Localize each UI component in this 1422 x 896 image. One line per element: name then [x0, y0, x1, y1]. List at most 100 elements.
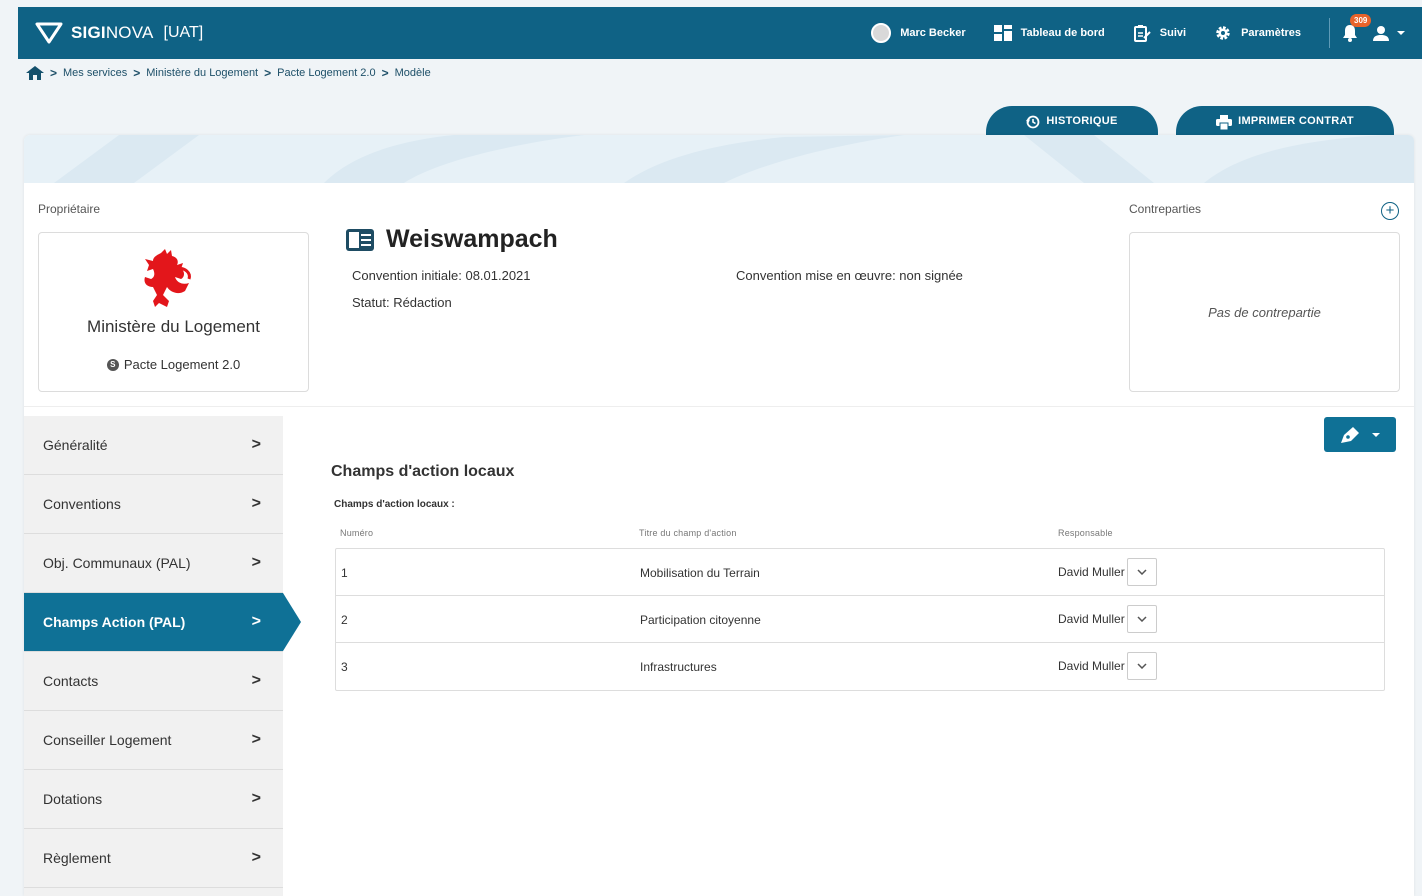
print-contract-button[interactable]: IMPRIMER CONTRAT: [1176, 106, 1394, 138]
cell-numero: 1: [341, 566, 348, 580]
decorative-banner: [24, 135, 1414, 183]
sidebar-item-conseiller-logement[interactable]: Conseiller Logement >: [24, 711, 283, 770]
chevron-right-icon: >: [251, 554, 261, 571]
nav-tableau-de-bord[interactable]: Tableau de bord: [993, 25, 1105, 41]
nav-parametres[interactable]: Paramètres: [1214, 24, 1301, 42]
table-row[interactable]: 3 Infrastructures David Muller: [336, 643, 1384, 690]
sidebar-item-label: Obj. Communaux (PAL): [43, 555, 191, 571]
chevron-right-icon: >: [251, 436, 261, 453]
cell-titre: Participation citoyenne: [640, 613, 761, 627]
breadcrumb-item[interactable]: Pacte Logement 2.0: [277, 67, 375, 79]
section-divider: [24, 406, 1414, 407]
sidebar-item-generalite[interactable]: Généralité >: [24, 416, 283, 475]
chevron-right-icon: >: [251, 849, 261, 866]
user-name: Marc Becker: [900, 27, 966, 39]
pen-icon: [1341, 426, 1359, 443]
environment-label: [UAT]: [163, 24, 204, 41]
sidebar-item-label: Conseiller Logement: [43, 732, 172, 748]
contreparties-card: Pas de contrepartie: [1129, 232, 1400, 392]
user-icon: [1373, 26, 1389, 41]
record-title-row: Weiswampach: [346, 225, 558, 254]
print-contract-label: IMPRIMER CONTRAT: [1238, 115, 1354, 127]
navbar-divider: [1329, 18, 1330, 48]
cell-titre: Infrastructures: [640, 660, 717, 674]
notification-count-badge: 309: [1350, 14, 1372, 27]
sidebar-item-reglement[interactable]: Règlement >: [24, 829, 283, 888]
cell-responsable: David Muller: [1058, 659, 1125, 673]
user-profile-link[interactable]: Marc Becker: [871, 23, 966, 43]
gear-icon: [1214, 24, 1232, 42]
owner-section-label: Propriétaire: [38, 202, 101, 216]
history-button[interactable]: HISTORIQUE: [986, 106, 1158, 138]
avatar: [871, 23, 892, 43]
shield-logo-icon: [35, 22, 63, 44]
status-text: Statut: Rédaction: [352, 295, 452, 310]
sidebar-item-conventions[interactable]: Conventions >: [24, 475, 283, 534]
convention-initiale: Convention initiale: 08.01.2021: [352, 268, 531, 283]
brand[interactable]: SIGINOVA [UAT]: [35, 22, 203, 44]
user-menu-dropdown[interactable]: [1372, 25, 1406, 41]
cell-responsable: David Muller: [1058, 612, 1125, 626]
contreparties-section-label: Contreparties: [1129, 202, 1202, 216]
home-icon[interactable]: [26, 66, 44, 80]
responsable-dropdown[interactable]: [1126, 652, 1157, 680]
chevron-right-icon: >: [251, 790, 261, 807]
chevron-down-icon: [1137, 569, 1147, 575]
main-card: Propriétaire Ministère du Logement S Pac…: [24, 135, 1414, 896]
breadcrumb-item[interactable]: Ministère du Logement: [146, 67, 258, 79]
chevron-right-icon: >: [381, 66, 389, 80]
top-navbar: SIGINOVA [UAT] Marc Becker Tableau de bo…: [18, 7, 1422, 59]
sidebar-item-contacts[interactable]: Contacts >: [24, 652, 283, 711]
cell-numero: 3: [341, 660, 348, 674]
empty-state-text: Pas de contrepartie: [1208, 304, 1321, 320]
owner-program-label: Pacte Logement 2.0: [123, 357, 241, 372]
sidebar-item-label: Règlement: [43, 850, 111, 866]
table-row[interactable]: 2 Participation citoyenne David Muller: [336, 596, 1384, 643]
column-header-numero: Numéro: [340, 528, 374, 538]
nav-label: Suivi: [1159, 27, 1187, 39]
sidebar-item-label: Généralité: [43, 437, 108, 453]
owner-name: Ministère du Logement: [87, 317, 260, 336]
brand-name: SIGINOVA: [71, 23, 154, 42]
chevron-down-icon: [1137, 663, 1147, 669]
sidebar-item-obj-communaux[interactable]: Obj. Communaux (PAL) >: [24, 534, 283, 593]
column-header-responsable: Responsable: [1058, 528, 1113, 538]
cell-titre: Mobilisation du Terrain: [640, 566, 760, 580]
s-circle-icon: S: [106, 358, 119, 371]
notifications-button[interactable]: 309: [1342, 14, 1372, 42]
owner-program: S Pacte Logement 2.0: [39, 357, 308, 372]
breadcrumb-item[interactable]: Mes services: [63, 67, 127, 79]
chevron-right-icon: >: [251, 495, 261, 512]
book-icon: [346, 228, 374, 251]
sidebar-item-champs-action[interactable]: Champs Action (PAL) >: [24, 593, 301, 652]
table-row[interactable]: 1 Mobilisation du Terrain David Muller: [336, 549, 1384, 596]
history-icon: [1026, 115, 1040, 129]
section-title: Champs d'action locaux: [331, 463, 515, 480]
convention-mise-en-oeuvre: Convention mise en œuvre: non signée: [736, 268, 963, 283]
chevron-right-icon: >: [251, 731, 261, 748]
printer-icon: [1216, 115, 1233, 130]
add-contrepartie-button[interactable]: +: [1381, 202, 1399, 220]
sidebar-item-dotations[interactable]: Dotations >: [24, 770, 283, 829]
nav-label: Paramètres: [1241, 27, 1301, 39]
responsable-dropdown[interactable]: [1126, 558, 1157, 586]
column-header-titre: Titre du champ d'action: [639, 528, 737, 538]
nav-label: Tableau de bord: [1020, 27, 1105, 39]
sidebar-item-label: Champs Action (PAL): [43, 614, 186, 630]
caret-down-icon: [1372, 432, 1380, 437]
chevron-right-icon: >: [251, 613, 261, 630]
cell-responsable: David Muller: [1058, 565, 1125, 579]
nav-suivi[interactable]: Suivi: [1133, 24, 1186, 42]
breadcrumb: > Mes services > Ministère du Logement >…: [26, 65, 437, 81]
chevron-right-icon: >: [251, 672, 261, 689]
cell-numero: 2: [341, 613, 348, 627]
sidebar: Généralité > Conventions > Obj. Communaux …: [24, 416, 301, 896]
owner-card: Ministère du Logement S Pacte Logement 2…: [38, 232, 309, 392]
section-subtitle: Champs d'action locaux :: [334, 499, 455, 510]
edit-dropdown-button[interactable]: [1324, 417, 1396, 452]
page-title: Weiswampach: [386, 225, 558, 253]
sidebar-item-label: Dotations: [43, 791, 103, 807]
dashboard-icon: [993, 25, 1012, 41]
responsable-dropdown[interactable]: [1126, 605, 1157, 633]
sidebar-item-label: Conventions: [43, 496, 121, 512]
